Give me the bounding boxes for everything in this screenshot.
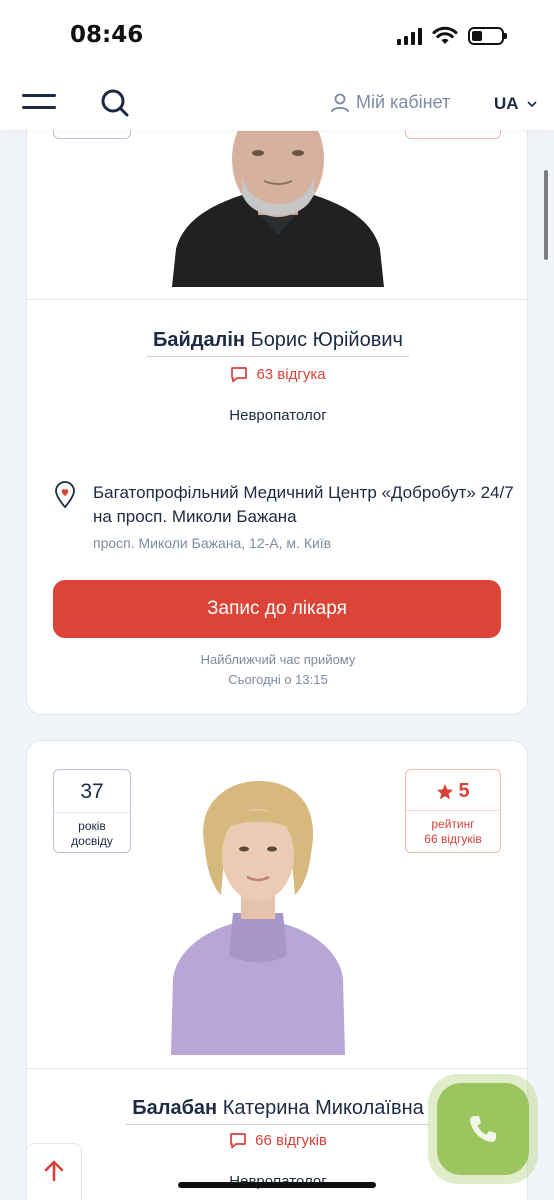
doctor-given-names: Борис Юрійович <box>250 329 403 351</box>
clinic-name-link[interactable]: Багатопрофільний Медичний Центр «Добробу… <box>93 481 523 529</box>
doctor-card: Байдалін Борис Юрійович 63 відгука Невро… <box>26 40 528 715</box>
book-appointment-button[interactable]: Запис до лікаря <box>53 580 501 638</box>
reviews-link[interactable]: 63 відгука <box>27 366 527 383</box>
status-icons <box>397 26 507 46</box>
doctor-name-link[interactable]: Байдалін Борис Юрійович <box>27 329 527 357</box>
status-time: 08:46 <box>70 22 144 48</box>
doctor-photo <box>172 131 384 287</box>
rating-badge: 5 рейтинг 66 відгуків <box>405 769 501 853</box>
call-button[interactable] <box>428 1074 538 1184</box>
site-header: Мій кабінет UA <box>0 72 554 130</box>
location-pin-icon <box>55 481 75 509</box>
language-select[interactable]: UA <box>494 94 537 114</box>
signal-icon <box>397 27 422 45</box>
rating-label: рейтинг <box>431 817 475 831</box>
comment-icon <box>231 367 248 383</box>
experience-badge: 37 років досвіду <box>53 769 131 853</box>
experience-label: досвіду <box>71 834 113 848</box>
star-icon <box>437 783 454 799</box>
status-bar: 08:46 <box>0 0 554 72</box>
chevron-down-icon <box>526 101 537 108</box>
scrollbar[interactable] <box>544 170 548 260</box>
cabinet-label: Мій кабінет <box>356 92 451 112</box>
divider <box>27 299 527 300</box>
doctor-given-names: Катерина Миколаївна <box>222 1097 424 1119</box>
comment-icon <box>230 1133 246 1149</box>
arrow-up-icon <box>44 1160 64 1182</box>
language-label: UA <box>494 94 519 113</box>
nearest-label: Найближчий час прийому <box>200 652 356 667</box>
cabinet-link[interactable]: Мій кабінет <box>330 92 450 113</box>
rating-reviews: 66 відгуків <box>424 832 482 846</box>
doctor-surname: Байдалін <box>153 329 245 351</box>
wifi-icon <box>432 26 458 44</box>
clinic-address: просп. Миколи Бажана, 12-А, м. Київ <box>93 535 332 551</box>
doctor-surname: Балабан <box>132 1097 218 1119</box>
experience-label: років <box>78 819 106 833</box>
experience-years: 37 <box>80 780 104 803</box>
reviews-count: 66 відгуків <box>255 1132 327 1149</box>
divider <box>27 1068 527 1069</box>
menu-icon[interactable] <box>22 94 56 112</box>
home-indicator[interactable] <box>178 1182 376 1188</box>
phone-icon <box>470 1116 496 1142</box>
reviews-count: 63 відгука <box>256 366 326 383</box>
scroll-to-top-button[interactable] <box>26 1143 82 1200</box>
battery-icon <box>468 27 507 45</box>
nearest-time: Сьогодні о 13:15 <box>228 672 328 687</box>
doctor-photo <box>171 781 345 1055</box>
search-icon[interactable] <box>100 88 130 118</box>
rating-value: 5 <box>458 780 470 802</box>
user-icon <box>331 93 349 112</box>
doctor-specialty: Невропатолог <box>229 407 327 424</box>
